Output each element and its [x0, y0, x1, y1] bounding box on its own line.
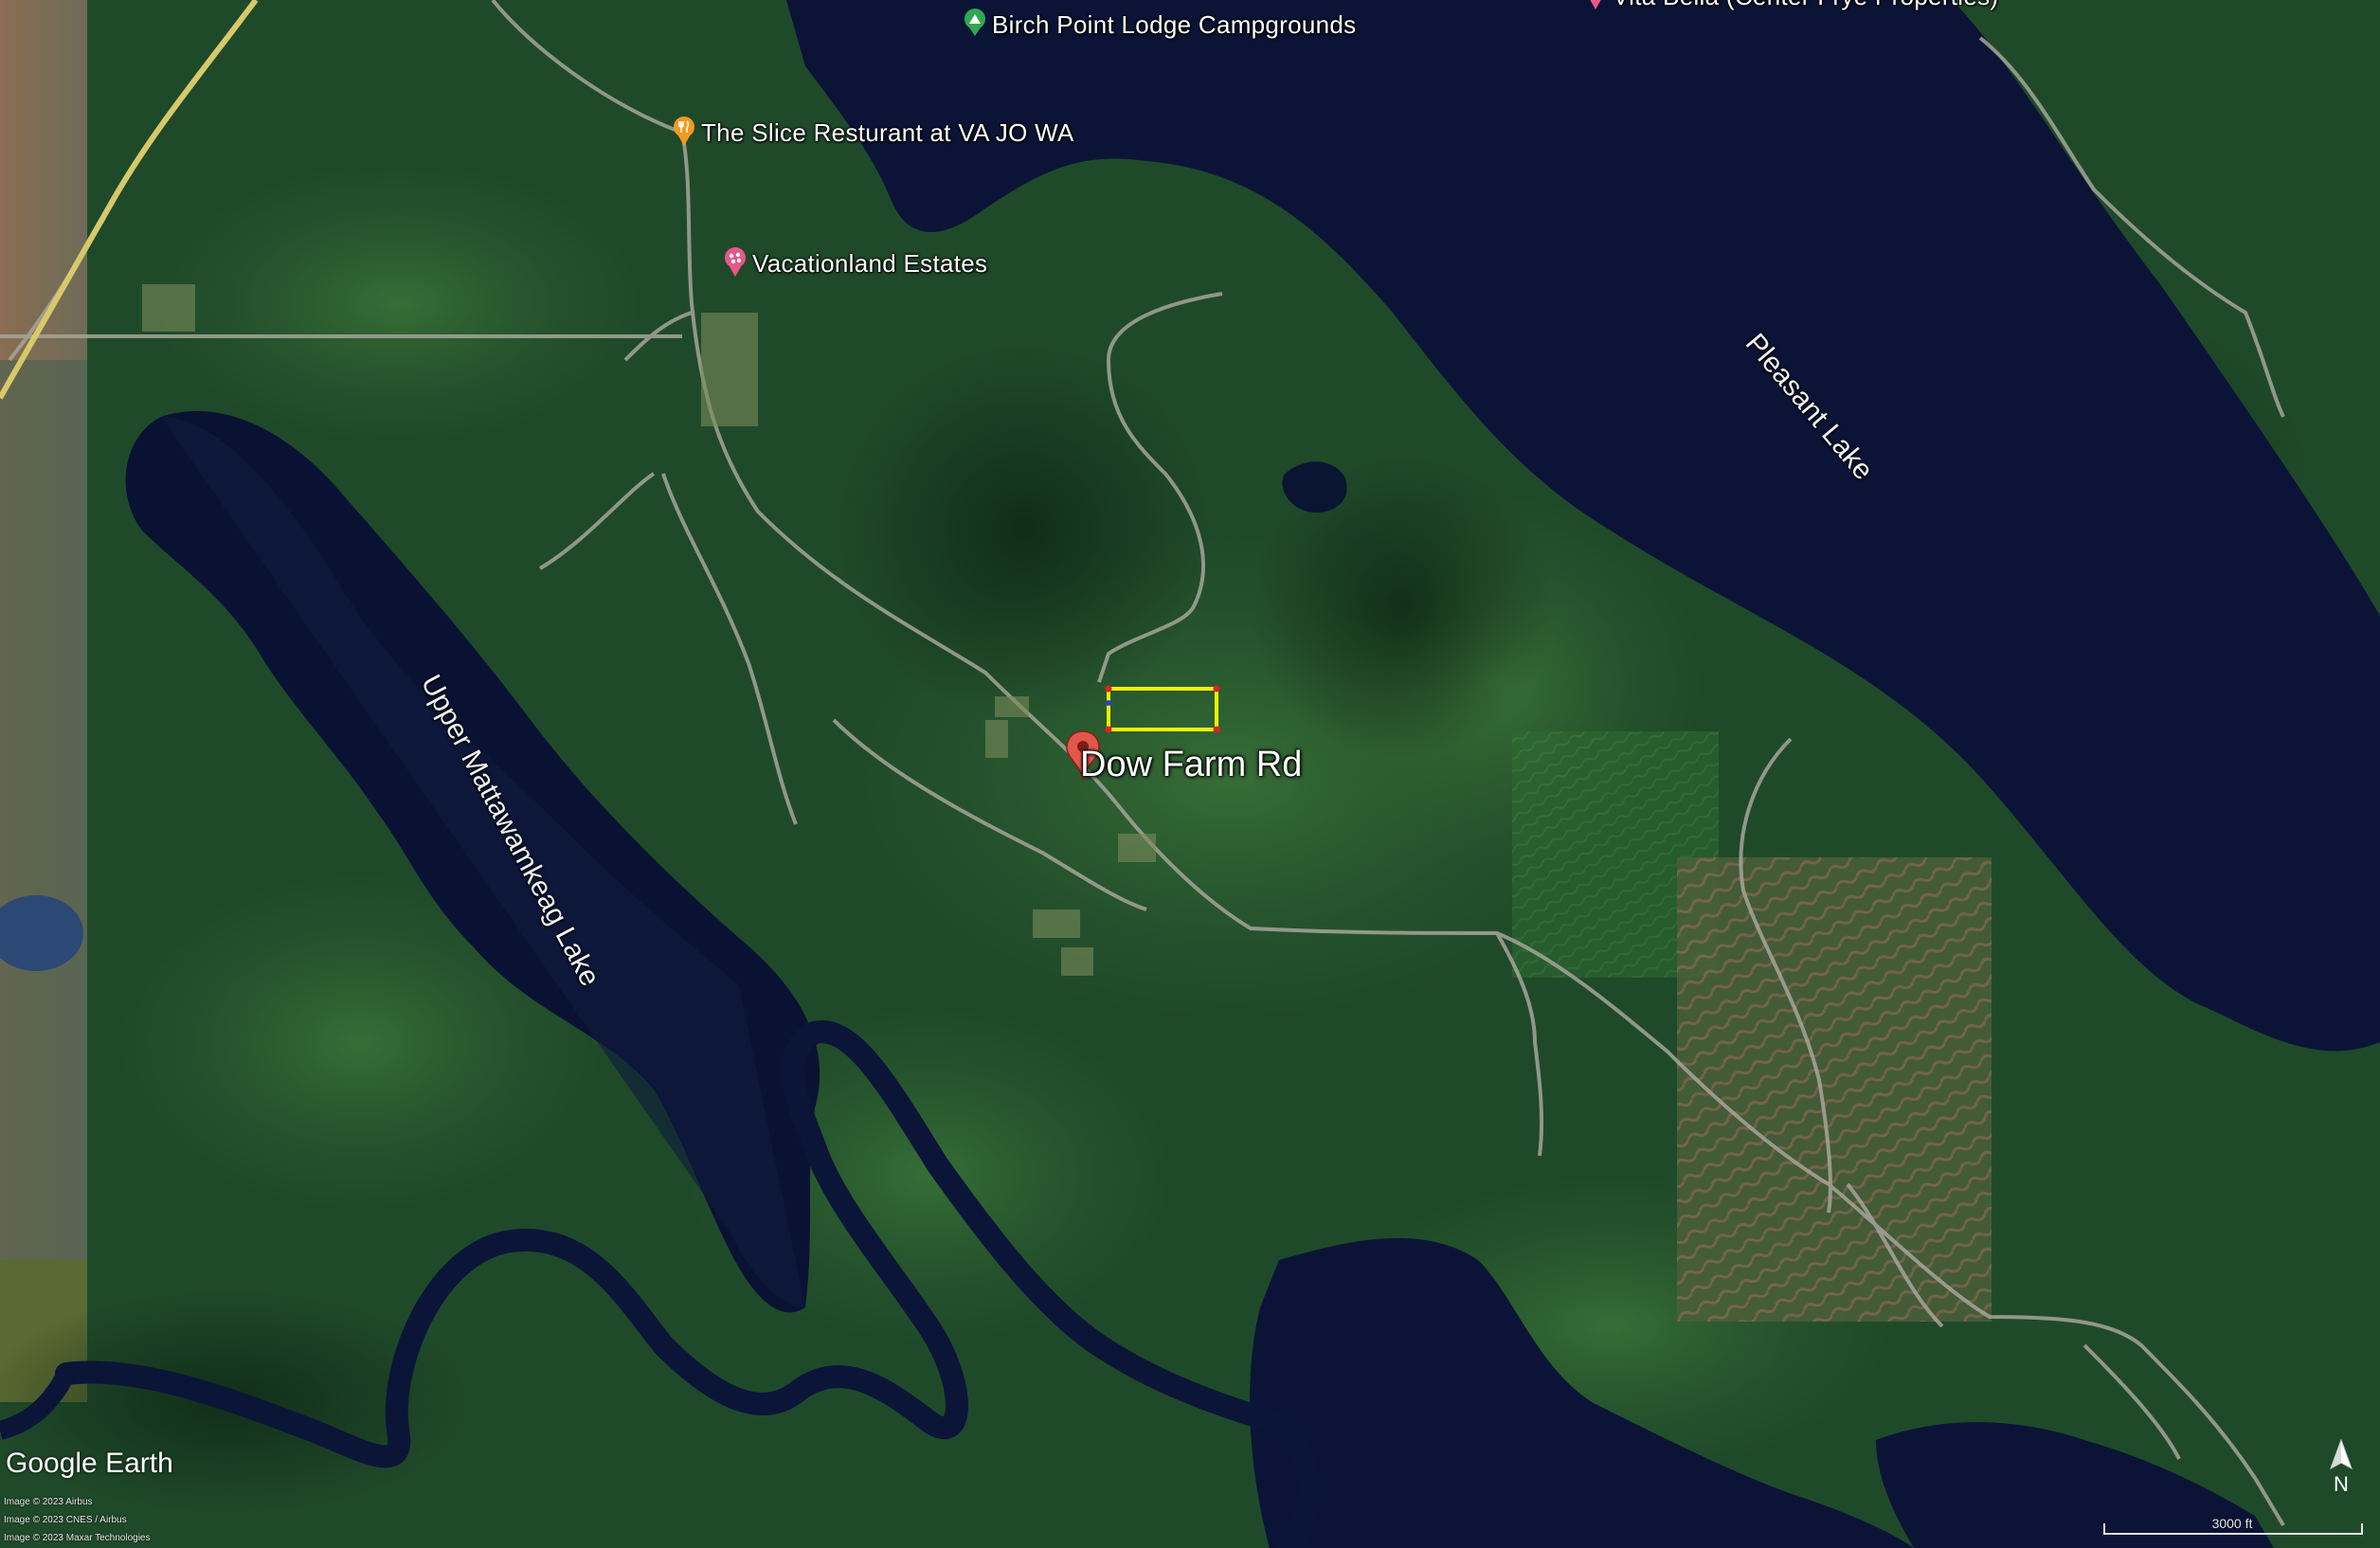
clearcut-area	[1677, 857, 1992, 1322]
google-earth-logo: Google Earth	[6, 1448, 173, 1479]
map-view[interactable]: Birch Point Lodge Campgrounds Vita Bella…	[0, 0, 2380, 1548]
campground-icon	[965, 9, 985, 36]
poi-vacationland[interactable]: Vacationland Estates	[722, 246, 987, 280]
credit-line: Image © 2023 CNES / Airbus	[4, 1515, 127, 1525]
poi-vita-bella[interactable]: Vita Bella (Center Frye Properties)	[1582, 0, 1998, 13]
pink-map-pin-icon	[1590, 0, 1601, 9]
credit-line: Image © 2023 Maxar Technologies	[4, 1533, 151, 1543]
poi-the-slice[interactable]: The Slice Resturant at VA JO WA	[671, 116, 1074, 150]
imagery-credits: Image © 2023 Airbus Image © 2023 CNES / …	[4, 1493, 151, 1547]
placemark-label-dow-farm-rd[interactable]: Dow Farm Rd	[1080, 745, 1302, 785]
scale-label: 3000 ft	[2211, 1516, 2253, 1531]
poi-label: The Slice Resturant at VA JO WA	[701, 117, 1074, 147]
real-estate-icon	[725, 247, 746, 277]
poi-label: Vita Bella (Center Frye Properties)	[1613, 0, 1998, 11]
credit-line: Image © 2023 Airbus	[4, 1497, 93, 1507]
poi-label: Vacationland Estates	[752, 248, 988, 278]
poi-birch-point[interactable]: Birch Point Lodge Campgrounds	[962, 8, 1356, 42]
scale-bar: 3000 ft	[2103, 1516, 2363, 1539]
poi-label: Birch Point Lodge Campgrounds	[992, 9, 1357, 39]
restaurant-icon	[674, 117, 694, 146]
compass-label: N	[2334, 1472, 2349, 1496]
north-arrow-icon[interactable]: N	[2323, 1438, 2359, 1497]
